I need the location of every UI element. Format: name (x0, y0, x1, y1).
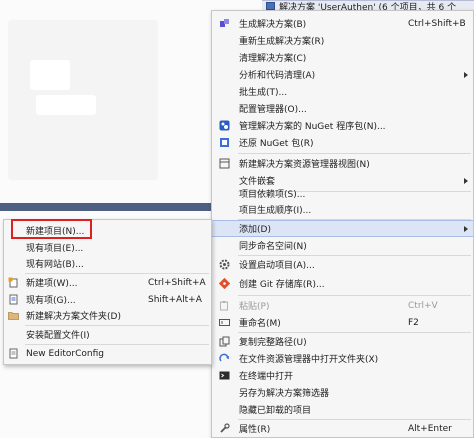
menu-item-label: 另存为解决方案筛选器 (239, 389, 330, 399)
solution-icon (266, 2, 275, 10)
menu-item-label: 批生成(T)... (239, 88, 288, 98)
menu-item-label: 创建 Git 存储库(R)... (239, 280, 325, 290)
menu-item-label: 隐藏已卸载的项目 (239, 406, 312, 416)
menu-item-label: 安装配置文件(I) (26, 331, 90, 341)
editorconfig-icon (7, 348, 19, 360)
menu-item-label: 新建项(W)... (26, 279, 78, 289)
menu-item-hide-unloaded[interactable]: 隐藏已卸载的项目 (212, 401, 473, 418)
terminal-icon (218, 370, 230, 382)
add-submenu: 新建项目(N)... 现有项目(E)... 现有网站(B)... 新建项(W).… (3, 219, 212, 365)
menu-item-label: 配置管理器(O)... (239, 105, 307, 115)
menu-item-label: 管理解决方案的 NuGet 程序包(N)... (239, 122, 386, 132)
nuget-icon (218, 120, 230, 132)
menu-item-label: 清理解决方案(C) (239, 54, 307, 64)
menu-item-label: 新建解决方案资源管理器视图(N) (239, 160, 370, 170)
menu-item-shortcut: Ctrl+V (408, 300, 438, 311)
menu-item-open-in-terminal[interactable]: 在终端中打开 (212, 367, 473, 384)
menu-item-project-dependencies[interactable]: 项目依赖项(S)... (212, 185, 473, 202)
menu-item-shortcut: Shift+Alt+A (148, 294, 202, 305)
menu-item-properties[interactable]: 属性(R) Alt+Enter (212, 420, 473, 437)
new-item-icon (7, 277, 19, 289)
menu-item-open-in-explorer[interactable]: 在文件资源管理器中打开文件夹(X) (212, 350, 473, 367)
menu-item-paste[interactable]: 粘贴(P) Ctrl+V (212, 297, 473, 314)
solution-context-menu: 生成解决方案(B) Ctrl+Shift+B 重新生成解决方案(R) 清理解决方… (211, 10, 474, 438)
submenu-arrow-icon (464, 177, 468, 184)
menu-item-label: 在文件资源管理器中打开文件夹(X) (239, 355, 379, 365)
menu-item-label: 新建解决方案文件夹(D) (26, 312, 121, 322)
menu-item-label: 分析和代码清理(A) (239, 71, 316, 81)
menu-item-clean-solution[interactable]: 清理解决方案(C) (212, 49, 473, 66)
menu-item-label: 重新生成解决方案(R) (239, 37, 325, 47)
menu-item-label: 现有网站(B)... (26, 260, 84, 270)
menu-item-add[interactable]: 添加(D) (212, 220, 473, 237)
menu-item-save-as-filter[interactable]: 另存为解决方案筛选器 (212, 384, 473, 401)
submenu-item-existing-project[interactable]: 现有项目(E)... (4, 239, 211, 256)
menu-item-label: 设置启动项目(A)... (239, 261, 315, 271)
menu-item-set-startup-projects[interactable]: 设置启动项目(A)... (212, 256, 473, 273)
git-icon (218, 278, 230, 290)
menu-item-sync-namespaces[interactable]: 同步命名空间(N) (212, 237, 473, 254)
menu-item-label: New EditorConfig (26, 348, 105, 359)
menu-item-shortcut: Ctrl+Shift+B (408, 18, 466, 29)
menu-item-shortcut: Alt+Enter (408, 423, 452, 434)
menu-item-label: 粘贴(P) (239, 302, 270, 312)
build-icon (218, 18, 230, 30)
menu-item-new-explorer-view[interactable]: 新建解决方案资源管理器视图(N) (212, 155, 473, 172)
menu-item-label: 属性(R) (239, 425, 271, 435)
menu-item-label: 添加(D) (239, 225, 271, 235)
menu-item-configuration-manager[interactable]: 配置管理器(O)... (212, 100, 473, 117)
menu-item-label: 在终端中打开 (239, 372, 294, 382)
blurred-text-block (30, 60, 70, 90)
submenu-item-new-solution-folder[interactable]: 新建解决方案文件夹(D) (4, 307, 211, 324)
paste-icon (218, 300, 230, 312)
submenu-item-existing-website[interactable]: 现有网站(B)... (4, 255, 211, 272)
gear-icon (218, 259, 230, 271)
menu-item-label: 重命名(M) (239, 319, 281, 329)
menu-item-rebuild-solution[interactable]: 重新生成解决方案(R) (212, 32, 473, 49)
menu-item-create-git-repo[interactable]: 创建 Git 存储库(R)... (212, 275, 473, 292)
menu-item-label: 现有项目(E)... (26, 244, 84, 254)
submenu-arrow-icon (464, 225, 468, 232)
open-folder-icon (218, 353, 230, 365)
restore-icon (218, 137, 230, 149)
menu-item-label: 复制完整路径(U) (239, 338, 307, 348)
menu-item-label: 还原 NuGet 包(R) (239, 139, 314, 149)
menu-item-label: 项目依赖项(S)... (239, 190, 306, 200)
highlight-annotation-box (11, 219, 92, 239)
menu-item-project-build-order[interactable]: 项目生成顺序(I)... (212, 201, 473, 218)
submenu-item-new-item[interactable]: 新建项(W)... Ctrl+Shift+A (4, 274, 211, 291)
menu-separator (238, 153, 471, 154)
new-view-icon (218, 158, 230, 170)
blurred-text-block (36, 95, 96, 115)
submenu-item-new-editorconfig[interactable]: New EditorConfig (4, 345, 211, 362)
existing-item-icon (7, 294, 19, 306)
menu-item-manage-nuget[interactable]: 管理解决方案的 NuGet 程序包(N)... (212, 117, 473, 134)
wrench-icon (218, 423, 230, 435)
menu-item-batch-build[interactable]: 批生成(T)... (212, 83, 473, 100)
submenu-arrow-icon (464, 71, 468, 78)
panel-divider (0, 203, 214, 211)
rename-icon (218, 317, 230, 329)
submenu-item-install-config[interactable]: 安装配置文件(I) (4, 326, 211, 343)
menu-item-label: 生成解决方案(B) (239, 20, 307, 30)
menu-item-build-solution[interactable]: 生成解决方案(B) Ctrl+Shift+B (212, 15, 473, 32)
copy-path-icon (218, 336, 230, 348)
menu-item-label: 项目生成顺序(I)... (239, 206, 312, 216)
menu-item-label: 同步命名空间(N) (239, 242, 307, 252)
menu-separator (238, 295, 471, 296)
menu-item-label: 现有项(G)... (26, 296, 76, 306)
menu-item-rename[interactable]: 重命名(M) F2 (212, 314, 473, 331)
menu-item-restore-nuget[interactable]: 还原 NuGet 包(R) (212, 134, 473, 151)
menu-item-shortcut: F2 (408, 317, 419, 328)
menu-item-shortcut: Ctrl+Shift+A (148, 277, 206, 288)
menu-item-analyze-code-cleanup[interactable]: 分析和代码清理(A) (212, 66, 473, 83)
folder-icon (7, 310, 19, 322)
menu-item-copy-full-path[interactable]: 复制完整路径(U) (212, 333, 473, 350)
submenu-item-existing-item[interactable]: 现有项(G)... Shift+Alt+A (4, 291, 211, 308)
